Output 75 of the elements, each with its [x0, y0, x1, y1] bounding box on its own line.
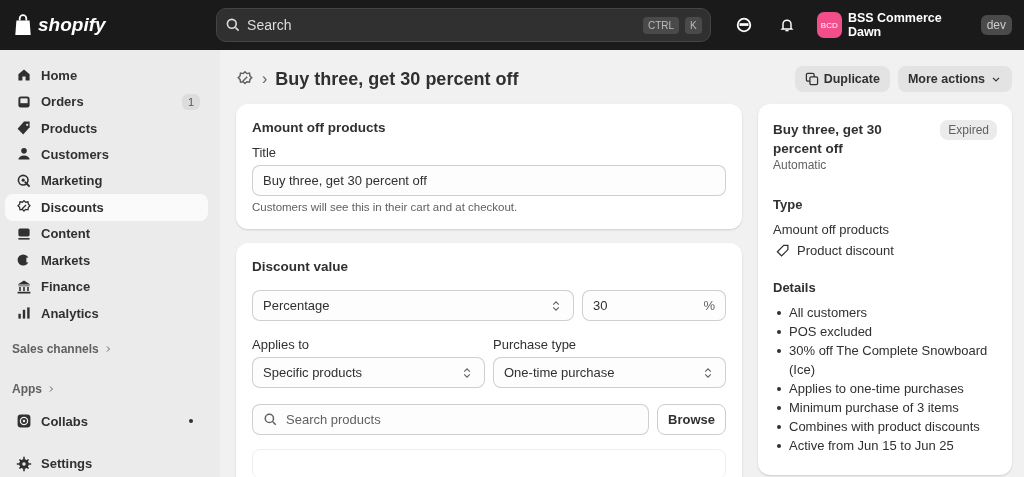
bullet-icon — [777, 311, 781, 315]
inbox-icon — [16, 93, 32, 110]
section-heading: Details — [773, 280, 817, 295]
app-icon — [16, 413, 32, 430]
copy-icon — [804, 72, 819, 86]
bullet-icon — [777, 349, 781, 353]
nav-item[interactable]: Products — [5, 114, 208, 142]
section-heading: Type — [773, 197, 804, 212]
gear-icon — [16, 455, 32, 472]
type-text: Amount off products — [773, 222, 891, 237]
browse-button[interactable]: Browse — [657, 404, 726, 435]
sales-channels-link[interactable]: Sales channels — [12, 342, 99, 357]
shortcut-key: K — [685, 16, 702, 34]
value-type-select[interactable]: Percentage — [252, 290, 574, 321]
person-icon — [16, 146, 32, 163]
amount-input[interactable]: 30 % — [582, 290, 726, 321]
detail-text: Applies to one-time purchases — [789, 380, 964, 398]
discount-class-text: Product discount — [797, 243, 894, 258]
tag-icon — [16, 120, 32, 137]
summary-title: Buy three, get 30 percent off — [773, 121, 883, 158]
nav-item[interactable]: Analytics — [5, 299, 208, 327]
shortcut-key: CTRL — [642, 16, 680, 34]
bank-icon — [16, 278, 32, 295]
nav-item[interactable]: Content — [5, 220, 208, 247]
product-search-field[interactable]: Search products — [252, 404, 650, 435]
monitor-icon — [16, 225, 32, 242]
breadcrumb-separator: › — [262, 70, 268, 88]
house-icon — [16, 67, 32, 84]
store-name[interactable]: BSS Commerce Dawn — [847, 11, 975, 39]
field-label: Applies to — [252, 337, 311, 352]
detail-text: Active from Jun 15 to Jun 25 — [789, 437, 954, 455]
detail-text: POS excluded — [789, 323, 873, 341]
card-heading: Discount value — [252, 259, 350, 274]
nav-item[interactable]: Orders 1 — [5, 88, 208, 115]
bullet-icon — [777, 330, 781, 334]
page-title: Buy three, get 30 percent off — [275, 68, 519, 90]
title-input[interactable]: Buy three, get 30 percent off — [252, 165, 726, 196]
store-badge: dev — [980, 15, 1012, 35]
nav-item[interactable]: Customers — [5, 141, 208, 168]
bar-chart-icon — [16, 305, 32, 321]
nav-item[interactable]: Home — [5, 62, 208, 89]
card-heading: Amount off products — [252, 120, 387, 135]
help-text: Customers will see this in their cart and at checkout. — [252, 201, 519, 213]
bullet-icon — [777, 406, 781, 410]
shopping-bag-icon — [12, 13, 34, 37]
detail-text: Combines with product discounts — [789, 418, 980, 436]
nav-item[interactable]: Marketing — [5, 167, 208, 195]
purchase-type-select[interactable]: One-time purchase — [493, 357, 726, 388]
duplicate-button[interactable]: Duplicate — [794, 66, 890, 92]
apps-link[interactable]: Apps — [12, 382, 42, 397]
target-icon — [16, 172, 32, 189]
tag-icon — [776, 243, 790, 258]
more-actions-button[interactable]: More actions — [897, 66, 1012, 92]
count-badge: 1 — [181, 93, 200, 110]
field-label: Title — [252, 145, 278, 160]
logo-text: shopify — [38, 14, 106, 36]
search-field[interactable]: Search CTRL K — [216, 8, 711, 42]
bell-icon[interactable] — [778, 17, 795, 33]
search-icon — [225, 17, 242, 33]
detail-text: 30% off The Complete Snowboard (Ice) — [789, 342, 989, 379]
applies-to-select[interactable]: Specific products — [252, 357, 485, 388]
nav-item[interactable]: Collabs — [5, 408, 208, 435]
bullet-icon — [777, 444, 781, 448]
search-icon — [263, 412, 278, 427]
bullet-icon — [777, 425, 781, 429]
detail-text: Minimum purchase of 3 items — [789, 399, 959, 417]
method-text: Automatic — [773, 158, 828, 172]
field-label: Purchase type — [493, 337, 578, 352]
status-badge: Expired — [940, 120, 997, 140]
detail-text: All customers — [789, 304, 868, 322]
nav-item[interactable]: Finance — [5, 273, 208, 300]
bullet-icon — [777, 387, 781, 391]
nav-item[interactable]: Discounts — [5, 194, 208, 221]
nav-item[interactable]: Settings — [5, 450, 208, 477]
nav-item[interactable]: Markets — [5, 246, 208, 274]
